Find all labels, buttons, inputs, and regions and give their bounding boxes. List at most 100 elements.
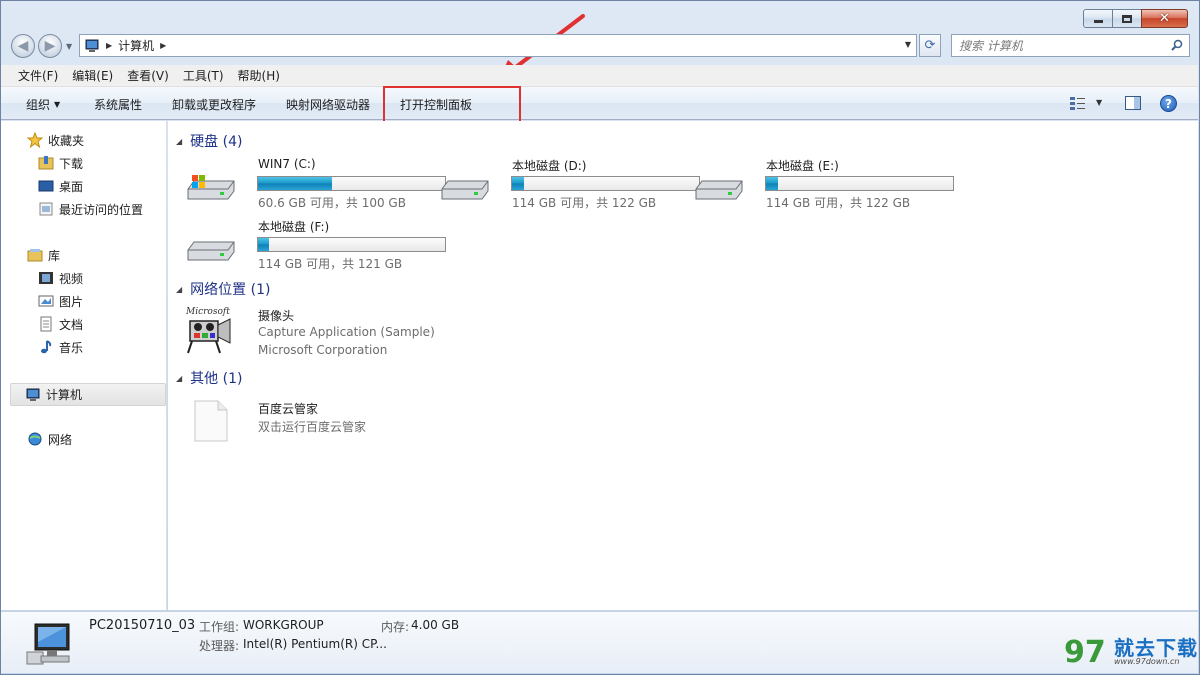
nav-computer[interactable]: 计算机: [10, 383, 166, 406]
nav-recent-places[interactable]: 最近访问的位置: [38, 200, 143, 218]
collapse-triangle-icon[interactable]: ◢: [176, 374, 182, 383]
search-icon[interactable]: [1171, 39, 1183, 51]
address-dropdown-icon[interactable]: ▼: [905, 40, 911, 49]
maximize-button[interactable]: [1112, 9, 1142, 28]
group-header-other-label: 其他 (1): [190, 371, 243, 387]
network-icon: [27, 431, 43, 447]
system-properties-button[interactable]: 系统属性: [94, 96, 142, 113]
address-bar[interactable]: ▶ 计算机 ▶ ▼: [79, 34, 917, 57]
drive-name: WIN7 (C:): [258, 157, 316, 171]
drive-usage-fill: [766, 177, 779, 190]
recent-pages-dropdown[interactable]: ▼: [66, 42, 72, 51]
collapse-triangle-icon[interactable]: ◢: [176, 137, 182, 146]
drive-item[interactable]: 本地磁盘 (F:) 114 GB 可用，共 121 GB: [186, 218, 446, 276]
drive-free-space: 114 GB 可用，共 121 GB: [258, 257, 403, 271]
network-item-name: 摄像头: [258, 309, 295, 323]
minimize-button[interactable]: [1083, 9, 1113, 28]
back-button[interactable]: ◀: [11, 34, 35, 58]
network-camera-item[interactable]: Microsoft 摄像头 Capture Application (Sampl…: [186, 307, 436, 359]
network-item-description: Capture Application (Sample): [258, 325, 435, 339]
nav-videos[interactable]: 视频: [38, 269, 83, 287]
drive-item[interactable]: WIN7 (C:) 60.6 GB 可用，共 100 GB: [186, 157, 446, 215]
memory-label: 内存:: [381, 620, 410, 634]
drive-usage-bar: [257, 237, 446, 252]
menu-file[interactable]: 文件(F): [9, 67, 63, 84]
organize-button[interactable]: 组织 ▼: [26, 96, 60, 113]
drive-item[interactable]: 本地磁盘 (D:) 114 GB 可用，共 122 GB: [440, 157, 700, 215]
windows-drive-icon: [187, 175, 235, 200]
collapse-triangle-icon[interactable]: ◢: [176, 285, 182, 294]
drive-name: 本地磁盘 (D:): [512, 159, 587, 173]
computer-icon: [25, 387, 41, 403]
other-item-description: 双击运行百度云管家: [258, 420, 367, 434]
nav-desktop[interactable]: 桌面: [38, 177, 83, 195]
search-input[interactable]: 搜索 计算机: [951, 34, 1190, 57]
change-view-icon[interactable]: [1070, 96, 1086, 110]
content-area: ◢ 硬盘 (4) WIN7 (C:) 60.6 GB 可用，共 100 GB 本…: [168, 121, 1198, 610]
search-placeholder: 搜索 计算机: [959, 39, 1023, 53]
computer-name: PC20150710_03: [89, 618, 196, 633]
nav-libraries[interactable]: 库: [27, 246, 60, 264]
nav-pictures[interactable]: 图片: [38, 292, 83, 310]
hard-drive-icon: [187, 241, 235, 261]
close-icon: ✕: [1159, 11, 1170, 26]
view-options-chevron-icon[interactable]: ▼: [1096, 98, 1102, 107]
map-network-drive-button[interactable]: 映射网络驱动器: [286, 96, 370, 113]
desktop-icon: [38, 178, 54, 194]
svg-text:97: 97: [1064, 635, 1106, 670]
drive-usage-bar: [765, 176, 954, 191]
nav-network[interactable]: 网络: [27, 430, 72, 448]
help-button[interactable]: ?: [1160, 95, 1177, 112]
camera-icon: Microsoft: [186, 307, 236, 355]
workgroup-label: 工作组:: [199, 620, 240, 634]
menu-bar: 文件(F) 编辑(E) 查看(V) 工具(T) 帮助(H): [1, 65, 1198, 87]
video-icon: [38, 270, 54, 286]
drive-usage-bar: [257, 176, 446, 191]
group-header-hard-disks[interactable]: ◢ 硬盘 (4): [176, 131, 242, 151]
network-item-company: Microsoft Corporation: [258, 343, 388, 357]
details-pane: PC20150710_03 工作组: WORKGROUP 内存: 4.00 GB…: [1, 611, 1198, 673]
refresh-icon: ⟳: [924, 38, 936, 53]
breadcrumb-chevron-icon[interactable]: ▶: [106, 41, 112, 50]
breadcrumb-chevron-icon[interactable]: ▶: [160, 41, 166, 50]
nav-music[interactable]: 音乐: [38, 338, 83, 356]
menu-help[interactable]: 帮助(H): [229, 67, 285, 84]
group-header-network-label: 网络位置 (1): [190, 282, 271, 298]
recent-places-icon: [38, 201, 54, 217]
minimize-icon: [1093, 20, 1103, 23]
close-button[interactable]: ✕: [1141, 9, 1188, 28]
nav-libraries-label: 库: [48, 248, 61, 263]
other-item-name: 百度云管家: [258, 402, 319, 416]
nav-downloads[interactable]: 下载: [38, 154, 83, 172]
drive-usage-fill: [258, 238, 269, 251]
group-header-network-locations[interactable]: ◢ 网络位置 (1): [176, 279, 270, 299]
uninstall-program-button[interactable]: 卸载或更改程序: [172, 96, 256, 113]
documents-icon: [38, 316, 54, 332]
menu-edit[interactable]: 编辑(E): [63, 67, 118, 84]
menu-view[interactable]: 查看(V): [118, 67, 174, 84]
forward-arrow-icon: ▶: [44, 38, 56, 54]
watermark-logo-icon: 97: [1064, 635, 1106, 670]
back-arrow-icon: ◀: [17, 38, 29, 54]
drive-usage-bar: [511, 176, 700, 191]
nav-favorites[interactable]: 收藏夹: [26, 131, 85, 149]
nav-favorites-label: 收藏夹: [48, 133, 85, 148]
nav-network-label: 网络: [48, 432, 73, 447]
workgroup-value: WORKGROUP: [243, 618, 324, 632]
command-bar: 组织 ▼ 系统属性 卸载或更改程序 映射网络驱动器 打开控制面板: [1, 87, 1198, 120]
watermark-url: www.97down.cn: [1114, 657, 1180, 666]
breadcrumb-computer[interactable]: 计算机: [118, 37, 154, 54]
nav-documents[interactable]: 文档: [38, 315, 83, 333]
drive-item[interactable]: 本地磁盘 (E:) 114 GB 可用，共 122 GB: [694, 157, 954, 215]
menu-tools[interactable]: 工具(T): [174, 67, 229, 84]
group-header-other[interactable]: ◢ 其他 (1): [176, 368, 242, 388]
drive-name: 本地磁盘 (F:): [258, 220, 330, 234]
preview-pane-icon[interactable]: [1125, 96, 1141, 110]
baidu-cloud-item[interactable]: 百度云管家 双击运行百度云管家: [186, 400, 436, 444]
nav-recent-places-label: 最近访问的位置: [59, 202, 144, 217]
forward-button[interactable]: ▶: [38, 34, 62, 58]
refresh-button[interactable]: ⟳: [919, 34, 941, 57]
hard-drive-icon: [441, 180, 489, 200]
drive-free-space: 114 GB 可用，共 122 GB: [512, 196, 657, 210]
drive-free-space: 60.6 GB 可用，共 100 GB: [258, 196, 406, 210]
